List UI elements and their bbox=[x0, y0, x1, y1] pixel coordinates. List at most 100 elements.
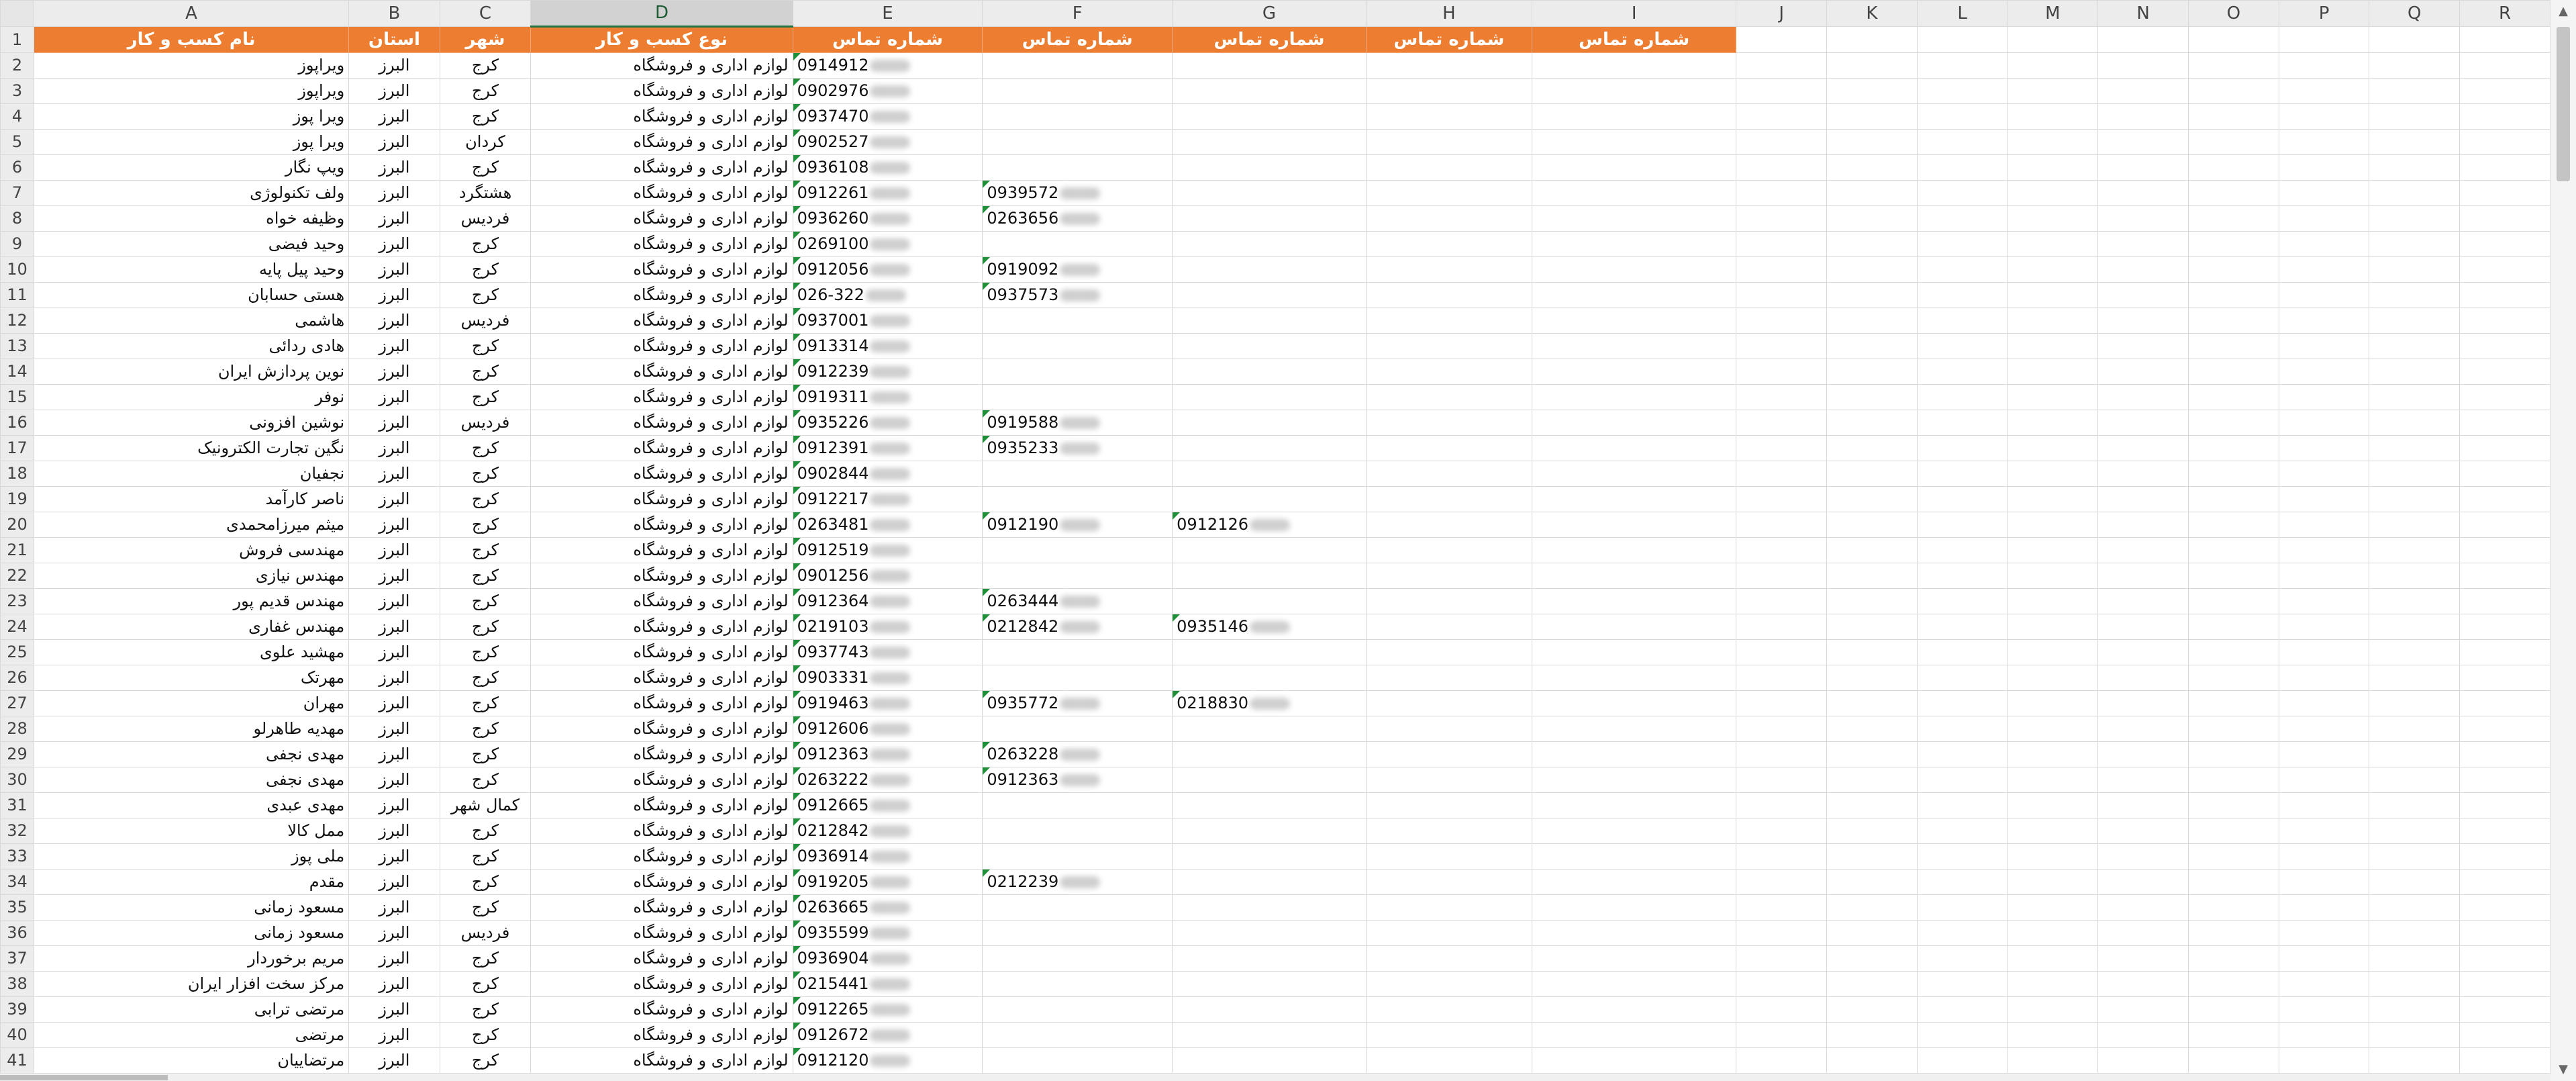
row-number[interactable]: 41 bbox=[0, 1047, 34, 1074]
cell[interactable] bbox=[2007, 665, 2099, 691]
cell[interactable] bbox=[2369, 716, 2461, 742]
cell[interactable] bbox=[1736, 563, 1827, 589]
cell[interactable] bbox=[1531, 792, 1737, 818]
cell[interactable] bbox=[2459, 843, 2550, 869]
cell[interactable] bbox=[1736, 78, 1827, 104]
row-number[interactable]: 37 bbox=[0, 945, 34, 972]
cell-phone-3[interactable] bbox=[1172, 971, 1367, 997]
cell-phone-1[interactable]: 0269100 bbox=[792, 231, 983, 257]
row-number[interactable]: 5 bbox=[0, 129, 34, 155]
scroll-thumb[interactable] bbox=[2557, 27, 2570, 181]
cell[interactable] bbox=[2278, 639, 2370, 665]
column-header-d[interactable]: D bbox=[530, 0, 793, 28]
cell[interactable] bbox=[1826, 563, 1918, 589]
cell-phone-3[interactable] bbox=[1172, 665, 1367, 691]
cell[interactable] bbox=[2459, 665, 2550, 691]
cell[interactable] bbox=[2007, 359, 2099, 385]
number-stored-as-text-indicator-icon[interactable] bbox=[793, 206, 801, 214]
cell[interactable] bbox=[1916, 129, 2008, 155]
cell-phone-2[interactable] bbox=[982, 52, 1173, 79]
cell[interactable] bbox=[2369, 52, 2461, 79]
cell[interactable] bbox=[1531, 945, 1737, 972]
cell[interactable] bbox=[2007, 308, 2099, 334]
cell[interactable] bbox=[2369, 665, 2461, 691]
cell[interactable] bbox=[1736, 26, 1827, 53]
select-all-corner[interactable] bbox=[0, 0, 34, 27]
cell-phone-3[interactable] bbox=[1172, 154, 1367, 181]
cell-business-type[interactable]: لوازم اداری و فروشگاه bbox=[530, 231, 793, 257]
cell-city[interactable]: فردیس bbox=[439, 205, 532, 232]
cell-phone-3[interactable] bbox=[1172, 78, 1367, 104]
cell[interactable] bbox=[2278, 129, 2370, 155]
row-number[interactable]: 26 bbox=[0, 665, 34, 691]
cell-city[interactable]: کرج bbox=[439, 461, 532, 487]
cell-phone-3[interactable] bbox=[1172, 231, 1367, 257]
cell[interactable] bbox=[1365, 256, 1532, 283]
cell[interactable] bbox=[1365, 486, 1532, 512]
cell-phone-3[interactable] bbox=[1172, 716, 1367, 742]
cell[interactable] bbox=[1736, 945, 1827, 972]
number-stored-as-text-indicator-icon[interactable] bbox=[983, 742, 991, 749]
cell-phone-1[interactable]: 0219103 bbox=[792, 614, 983, 640]
cell-phone-2[interactable] bbox=[982, 384, 1173, 410]
cell[interactable] bbox=[2369, 639, 2461, 665]
cell-phone-2[interactable] bbox=[982, 1022, 1173, 1048]
cell[interactable] bbox=[2459, 410, 2550, 436]
cell-phone-3[interactable] bbox=[1172, 282, 1367, 308]
cell-business-name[interactable]: مرتضی bbox=[33, 1022, 350, 1048]
cell[interactable] bbox=[2278, 78, 2370, 104]
number-stored-as-text-indicator-icon[interactable] bbox=[793, 104, 801, 111]
cell[interactable] bbox=[2369, 1022, 2461, 1048]
cell[interactable] bbox=[2007, 996, 2099, 1023]
cell[interactable] bbox=[1736, 52, 1827, 79]
cell-province[interactable]: البرز bbox=[348, 512, 440, 538]
cell[interactable] bbox=[2278, 818, 2370, 844]
cell[interactable] bbox=[2007, 410, 2099, 436]
number-stored-as-text-indicator-icon[interactable] bbox=[983, 436, 991, 443]
cell[interactable] bbox=[2369, 410, 2461, 436]
cell-business-type[interactable]: لوازم اداری و فروشگاه bbox=[530, 205, 793, 232]
cell-province[interactable]: البرز bbox=[348, 996, 440, 1023]
cell-province[interactable]: البرز bbox=[348, 256, 440, 283]
cell-business-type[interactable]: لوازم اداری و فروشگاه bbox=[530, 588, 793, 614]
cell-business-type[interactable]: لوازم اداری و فروشگاه bbox=[530, 945, 793, 972]
cell[interactable] bbox=[2097, 410, 2189, 436]
cell[interactable] bbox=[1531, 486, 1737, 512]
cell-phone-2[interactable]: 0212842 bbox=[982, 614, 1173, 640]
cell[interactable] bbox=[1826, 588, 1918, 614]
cell[interactable] bbox=[1736, 1047, 1827, 1074]
cell[interactable] bbox=[1826, 690, 1918, 716]
cell[interactable] bbox=[2278, 945, 2370, 972]
row-number[interactable]: 27 bbox=[0, 690, 34, 716]
cell-phone-1[interactable]: 0937001 bbox=[792, 308, 983, 334]
cell-phone-2[interactable] bbox=[982, 78, 1173, 104]
cell-phone-2[interactable]: 0263228 bbox=[982, 741, 1173, 767]
cell-business-name[interactable]: مرتضی ترابی bbox=[33, 996, 350, 1023]
number-stored-as-text-indicator-icon[interactable] bbox=[793, 742, 801, 749]
cell[interactable] bbox=[1365, 767, 1532, 793]
cell-city[interactable]: کرج bbox=[439, 435, 532, 461]
cell-phone-1[interactable]: 0912217 bbox=[792, 486, 983, 512]
cell-province[interactable]: البرز bbox=[348, 767, 440, 793]
row-number[interactable]: 16 bbox=[0, 410, 34, 436]
cell-city[interactable]: کرج bbox=[439, 818, 532, 844]
cell[interactable] bbox=[2097, 537, 2189, 563]
cell[interactable] bbox=[1531, 690, 1737, 716]
row-number[interactable]: 35 bbox=[0, 894, 34, 921]
cell-city[interactable]: کرج bbox=[439, 665, 532, 691]
cell-province[interactable]: البرز bbox=[348, 333, 440, 359]
cell[interactable] bbox=[2278, 792, 2370, 818]
cell-phone-3[interactable] bbox=[1172, 486, 1367, 512]
cell[interactable] bbox=[1736, 384, 1827, 410]
cell-business-type[interactable]: لوازم اداری و فروشگاه bbox=[530, 359, 793, 385]
cell-phone-1[interactable]: 0912120 bbox=[792, 1047, 983, 1074]
cell-business-name[interactable]: مهدی عبدی bbox=[33, 792, 350, 818]
cell[interactable] bbox=[1916, 614, 2008, 640]
cell[interactable] bbox=[2459, 512, 2550, 538]
cell[interactable] bbox=[2187, 435, 2279, 461]
cell[interactable] bbox=[1826, 920, 1918, 946]
cell-city[interactable]: کرج bbox=[439, 103, 532, 130]
number-stored-as-text-indicator-icon[interactable] bbox=[983, 410, 991, 418]
cell[interactable] bbox=[1916, 665, 2008, 691]
row-number[interactable]: 7 bbox=[0, 180, 34, 206]
